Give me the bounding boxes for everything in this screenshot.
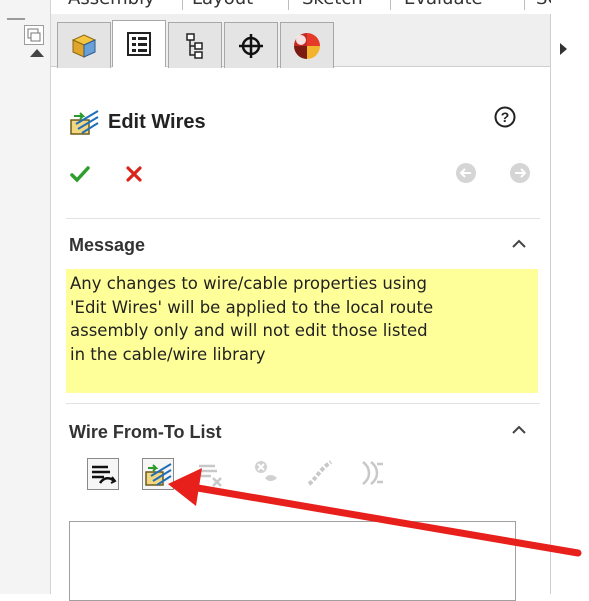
expand-right-icon[interactable]	[560, 43, 567, 55]
message-line: in the cable/wire library	[70, 344, 266, 364]
delete-wire-button[interactable]	[196, 458, 228, 490]
reorder-wires-icon	[362, 461, 383, 485]
page-title: Edit Wires	[108, 110, 206, 133]
clear-selection-button[interactable]	[251, 458, 283, 490]
tab-display-manager[interactable]	[280, 22, 334, 68]
next-page-icon[interactable]	[509, 162, 531, 184]
tab-configuration-manager[interactable]	[168, 22, 222, 68]
edit-wires-icon	[145, 463, 172, 486]
configuration-manager-icon	[186, 32, 203, 59]
svg-text:?: ?	[501, 109, 510, 125]
wire-from-to-list[interactable]	[69, 521, 516, 601]
message-line: 'Edit Wires' will be applied to the loca…	[70, 297, 434, 317]
collapse-up-icon[interactable]	[30, 49, 44, 57]
collapse-message-icon[interactable]	[511, 238, 527, 248]
message-line: Any changes to wire/cable properties usi…	[70, 274, 427, 293]
route-wire-icon	[307, 460, 333, 486]
import-wire-list-button[interactable]	[87, 458, 119, 490]
panel-toggle-button[interactable]	[24, 25, 44, 45]
manager-tab-strip	[51, 14, 550, 68]
wire-list-import-icon	[92, 465, 117, 484]
tab-assembly[interactable]: Assembly	[62, 0, 183, 10]
panel-header: Edit Wires	[68, 104, 206, 140]
help-icon[interactable]: ?	[494, 106, 516, 128]
edit-wires-button[interactable]	[142, 458, 174, 490]
tab-sketch[interactable]: Sketch	[288, 0, 391, 10]
tab-feature-manager[interactable]	[57, 22, 111, 68]
cancel-x-icon[interactable]	[124, 164, 144, 184]
ok-checkmark-icon[interactable]	[69, 164, 91, 186]
tab-layout[interactable]: Layout	[182, 0, 289, 10]
property-manager-icon	[127, 32, 151, 56]
command-manager-tabs: Assembly Layout Sketch Evaluate SOL	[0, 0, 589, 10]
window-icon	[27, 28, 41, 42]
reorder-wires-button[interactable]	[357, 458, 389, 490]
wire-list-section-title: Wire From-To List	[69, 422, 222, 442]
message-line: assembly only and will not edit those li…	[70, 321, 428, 340]
section-divider	[66, 403, 540, 404]
section-divider	[66, 218, 540, 219]
feature-manager-icon	[71, 33, 97, 58]
tab-evaluate[interactable]: Evaluate	[390, 0, 525, 10]
message-box: Any changes to wire/cable properties usi…	[66, 269, 538, 393]
left-toolbar-strip	[0, 0, 51, 594]
clear-selection-icon	[255, 461, 277, 481]
display-manager-icon	[294, 32, 320, 59]
previous-page-icon[interactable]	[455, 162, 477, 184]
strip-divider	[7, 18, 25, 20]
message-section-title: Message	[69, 235, 146, 255]
collapse-wire-list-icon[interactable]	[511, 424, 527, 434]
dimxpert-manager-icon	[239, 33, 263, 58]
delete-wire-icon	[199, 464, 222, 487]
tab-dimxpert-manager[interactable]	[224, 22, 278, 68]
edit-wires-icon	[70, 110, 99, 135]
tab-property-manager[interactable]	[112, 20, 166, 67]
graphics-area	[551, 0, 589, 594]
route-wire-button[interactable]	[305, 458, 337, 490]
